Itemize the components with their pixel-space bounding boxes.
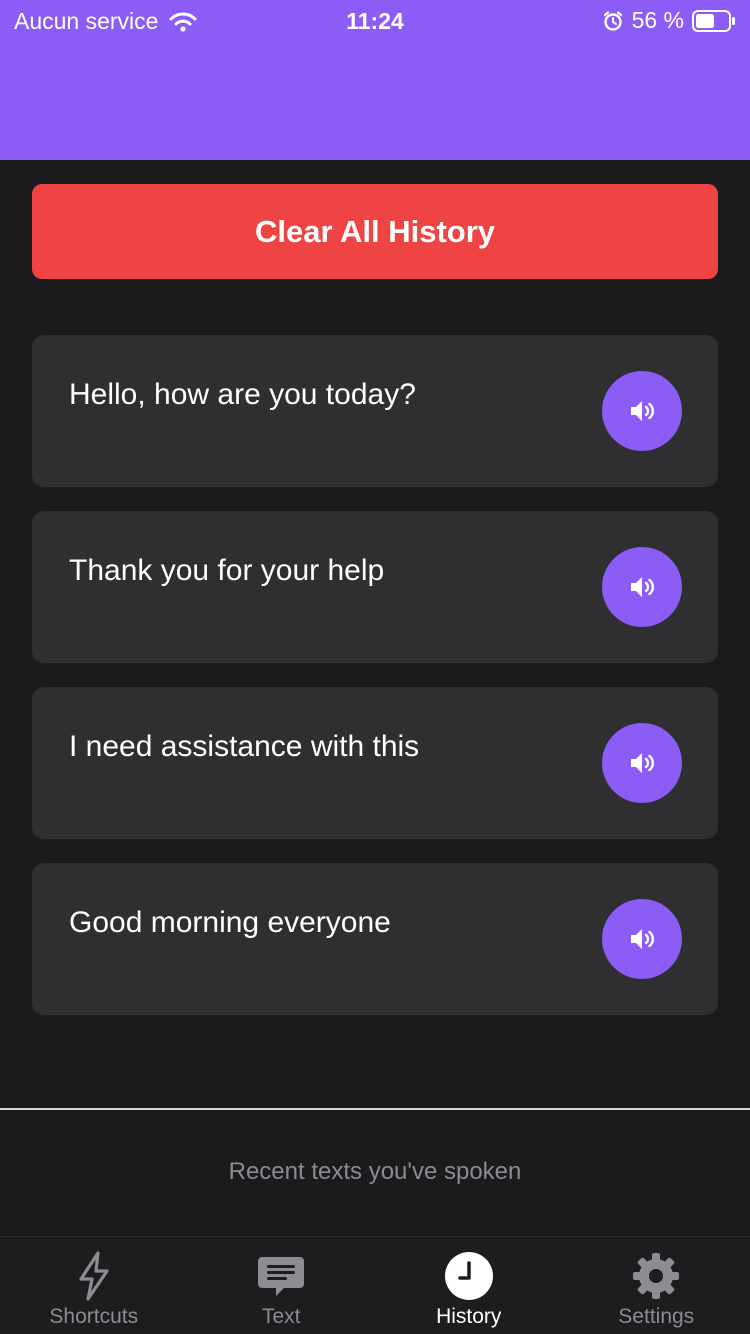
chat-icon	[258, 1257, 305, 1296]
clear-all-history-button[interactable]: Clear All History	[32, 184, 718, 279]
history-item-text: Hello, how are you today?	[69, 378, 416, 411]
tab-label: Text	[261, 1305, 301, 1328]
tab-label: Shortcuts	[49, 1305, 139, 1328]
battery-icon	[692, 9, 735, 32]
history-item: Thank you for your help	[32, 511, 718, 663]
history-item: I need assistance with this	[32, 687, 718, 839]
gear-icon	[633, 1253, 680, 1299]
app-header: Aucun service 11:24 56 %	[0, 0, 750, 160]
history-item-text: I need assistance with this	[69, 730, 420, 763]
speaker-icon	[631, 401, 654, 421]
speaker-icon	[631, 577, 654, 597]
speak-button[interactable]	[602, 723, 682, 803]
history-list: Hello, how are you today? Thank you for …	[32, 335, 718, 1039]
tab-settings[interactable]: Settings	[563, 1237, 750, 1334]
tab-shortcuts[interactable]: Shortcuts	[0, 1237, 188, 1334]
status-right: 56 %	[602, 7, 736, 34]
clear-all-history-label: Clear All History	[254, 213, 496, 249]
tab-label: History	[436, 1305, 502, 1328]
tab-text[interactable]: Text	[188, 1237, 376, 1334]
history-item-text: Thank you for your help	[69, 554, 385, 587]
history-item: Hello, how are you today?	[32, 335, 718, 487]
status-bar: Aucun service 11:24 56 %	[0, 0, 750, 42]
history-item-text: Good morning everyone	[69, 906, 391, 939]
lightning-icon	[79, 1251, 109, 1301]
speaker-icon	[631, 753, 654, 773]
speak-button[interactable]	[602, 547, 682, 627]
tab-bar: Shortcuts Text History Settings	[0, 1236, 750, 1334]
clock-icon	[444, 1252, 493, 1300]
alarm-icon	[603, 10, 622, 31]
history-item: Good morning everyone	[32, 863, 718, 1015]
tab-history[interactable]: History	[375, 1237, 563, 1334]
history-caption: Recent texts you've spoken	[228, 1158, 522, 1185]
footer-divider	[0, 1108, 750, 1110]
tab-label: Settings	[618, 1305, 695, 1328]
speaker-icon	[631, 929, 654, 949]
speak-button[interactable]	[602, 899, 682, 979]
battery-percent: 56 %	[631, 7, 684, 33]
speak-button[interactable]	[602, 371, 682, 451]
